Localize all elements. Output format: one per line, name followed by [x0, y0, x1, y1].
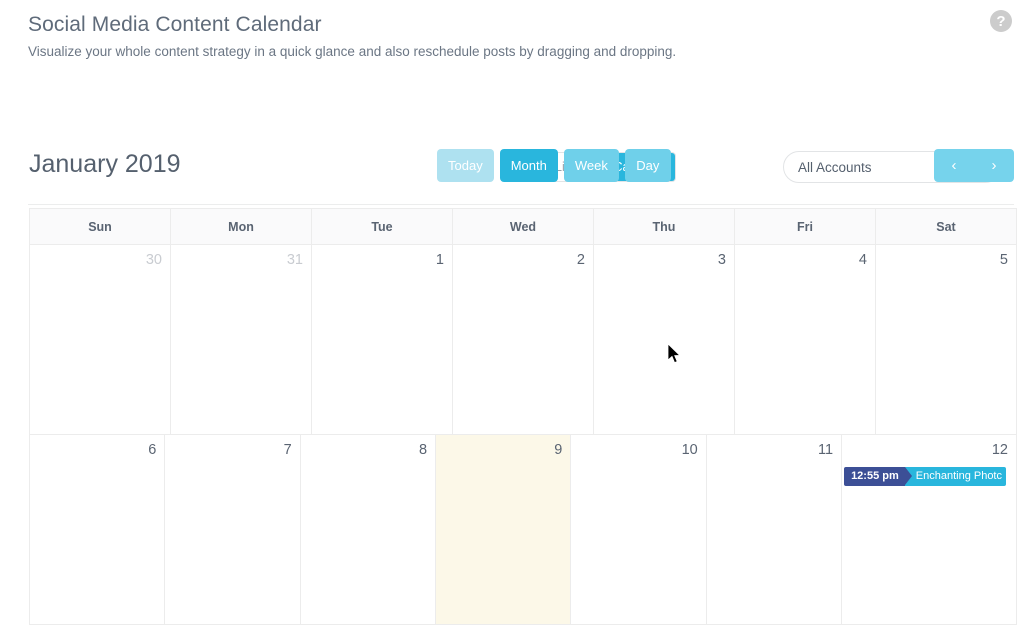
calendar-week-row: 30 31 1 2 3 4 5: [30, 245, 1017, 435]
calendar-day-cell[interactable]: 5: [876, 245, 1017, 435]
event-title: Enchanting Photc: [904, 467, 1006, 486]
weekday-header-tue: Tue: [312, 209, 453, 245]
calendar-pagination: ‹ ›: [934, 149, 1014, 182]
day-number: 1: [435, 252, 444, 268]
month-view-button[interactable]: Month: [499, 149, 558, 182]
calendar-grid: Sun Mon Tue Wed Thu Fri Sat 30 31 1 2 3 4 5 6 7 8 9 10 11 1…: [29, 208, 1017, 625]
calendar-day-cell[interactable]: 9: [436, 435, 572, 625]
day-number: 9: [554, 442, 563, 458]
event-notch-icon: [904, 467, 912, 485]
weekday-header-sun: Sun: [30, 209, 171, 245]
weekday-header-row: Sun Mon Tue Wed Thu Fri Sat: [30, 209, 1017, 245]
calendar-week-row: 6 7 8 9 10 11 12 12:55 pm Enchanting Photc: [30, 435, 1017, 625]
day-number: 6: [148, 442, 157, 458]
header-divider: [28, 204, 1014, 205]
day-number: 11: [818, 442, 834, 458]
week-view-button[interactable]: Week: [563, 149, 619, 182]
calendar-day-cell[interactable]: 12 12:55 pm Enchanting Photc: [842, 435, 1017, 625]
calendar-day-cell[interactable]: 30: [30, 245, 171, 435]
help-circle-icon[interactable]: ?: [990, 10, 1012, 32]
calendar-day-cell[interactable]: 4: [735, 245, 876, 435]
day-number: 31: [286, 252, 303, 268]
weekday-header-mon: Mon: [171, 209, 312, 245]
calendar-event[interactable]: 12:55 pm Enchanting Photc: [844, 467, 1006, 486]
event-list: 12:55 pm Enchanting Photc: [842, 467, 1008, 486]
weekday-header-sat: Sat: [876, 209, 1017, 245]
calendar-view-buttons: Today Month Week Day: [437, 149, 671, 182]
calendar-day-cell[interactable]: 10: [571, 435, 707, 625]
page-subtitle: Visualize your whole content strategy in…: [28, 44, 677, 59]
page-title: Social Media Content Calendar: [28, 13, 322, 36]
calendar-day-cell[interactable]: 8: [300, 435, 437, 625]
day-number: 10: [681, 442, 698, 458]
day-number: 7: [283, 442, 292, 458]
calendar-day-cell[interactable]: 1: [312, 245, 453, 435]
day-number: 4: [858, 252, 867, 268]
calendar-nav: January 2019 Today Month Week Day ‹ ›: [0, 142, 1024, 190]
calendar-day-cell[interactable]: 2: [453, 245, 594, 435]
day-number: 30: [145, 252, 162, 268]
day-number: 12: [991, 442, 1008, 458]
day-number: 5: [999, 252, 1008, 268]
day-number: 3: [717, 252, 726, 268]
calendar-month-title: January 2019: [29, 150, 181, 178]
calendar-day-cell[interactable]: 11: [706, 435, 843, 625]
help-glyph: ?: [996, 12, 1006, 30]
chevron-left-icon[interactable]: ‹: [934, 149, 974, 182]
day-view-button[interactable]: Day: [624, 149, 671, 182]
chevron-right-icon[interactable]: ›: [974, 149, 1014, 182]
today-button[interactable]: Today: [437, 149, 494, 182]
weekday-header-thu: Thu: [594, 209, 735, 245]
day-number: 2: [576, 252, 585, 268]
calendar-day-cell[interactable]: 31: [171, 245, 312, 435]
weekday-header-fri: Fri: [735, 209, 876, 245]
page-header: Social Media Content Calendar Visualize …: [0, 0, 1024, 61]
event-time: 12:55 pm: [844, 467, 905, 486]
day-number: 8: [418, 442, 428, 458]
calendar-day-cell[interactable]: 6: [30, 435, 166, 625]
calendar-day-cell[interactable]: 3: [594, 245, 735, 435]
weekday-header-wed: Wed: [453, 209, 594, 245]
toolbar: List Calendar All Accounts: [0, 71, 1024, 205]
calendar-day-cell[interactable]: 7: [165, 435, 301, 625]
